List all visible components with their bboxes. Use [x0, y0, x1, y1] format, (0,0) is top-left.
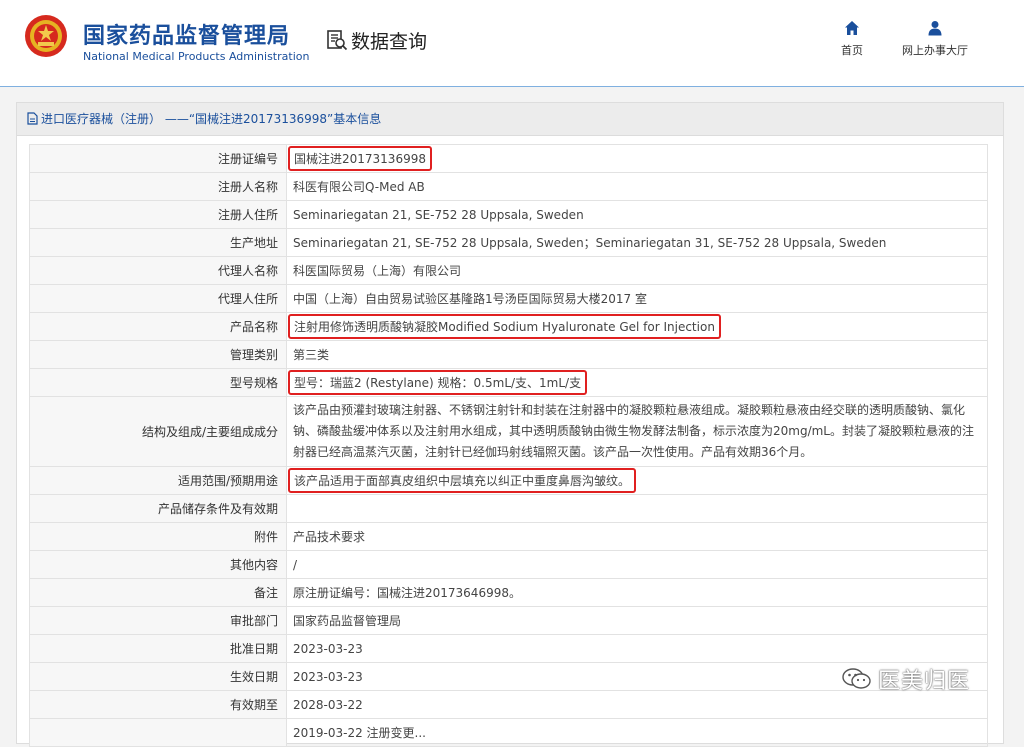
table-row: 注册证编号 国械注进20173136998 [29, 144, 988, 173]
nav-online-service-label: 网上办事大厅 [902, 44, 968, 57]
table-row: 结构及组成/主要组成成分 该产品由预灌封玻璃注射器、不锈钢注射针和封装在注射器中… [29, 396, 988, 467]
field-label: 管理类别 [29, 340, 287, 369]
org-name-cn: 国家药品监督管理局 [83, 24, 291, 49]
field-label: 其他内容 [29, 550, 287, 579]
table-row: 审批部门 国家药品监督管理局 [29, 606, 988, 635]
field-value: 中国（上海）自由贸易试验区基隆路1号汤臣国际贸易大楼2017 室 [286, 284, 988, 313]
highlighted-value: 注射用修饰透明质酸钠凝胶Modified Sodium Hyaluronate … [288, 314, 721, 339]
user-icon [928, 21, 942, 36]
table-row: 代理人住所 中国（上海）自由贸易试验区基隆路1号汤臣国际贸易大楼2017 室 [29, 284, 988, 313]
table-row: 2019-03-22 注册变更... [29, 718, 988, 747]
document-icon [27, 112, 38, 125]
detail-panel: 进口医疗器械（注册） ——“国械注进20173136998”基本信息 注册证编号… [16, 102, 1004, 747]
table-row: 附件 产品技术要求 [29, 522, 988, 551]
data-query-link[interactable]: 数据查询 [326, 28, 428, 53]
field-value: 该产品适用于面部真皮组织中层填充以纠正中重度鼻唇沟皱纹。 [286, 466, 988, 495]
field-label: 代理人住所 [29, 284, 287, 313]
nav-online-service-hall[interactable]: 网上办事大厅 [895, 20, 975, 58]
field-value: 该产品由预灌封玻璃注射器、不锈钢注射针和封装在注射器中的凝胶颗粒悬液组成。凝胶颗… [286, 396, 988, 467]
field-label: 审批部门 [29, 606, 287, 635]
basic-info-table: 注册证编号 国械注进20173136998 注册人名称 科医有限公司Q-Med … [29, 144, 988, 747]
field-value: 科医国际贸易（上海）有限公司 [286, 256, 988, 285]
field-label: 注册证编号 [29, 144, 287, 173]
field-value: 原注册证编号：国械注进20173646998。 [286, 578, 988, 607]
field-value: 型号：瑞蓝2 (Restylane) 规格：0.5mL/支、1mL/支 [286, 368, 988, 397]
data-query-label: 数据查询 [351, 30, 428, 53]
field-label: 适用范围/预期用途 [29, 466, 287, 495]
home-icon [845, 21, 859, 35]
field-value: 第三类 [286, 340, 988, 369]
field-value: 国家药品监督管理局 [286, 606, 988, 635]
field-label: 有效期至 [29, 690, 287, 719]
panel-title: 进口医疗器械（注册） ——“国械注进20173136998”基本信息 [41, 112, 382, 126]
table-row: 批准日期 2023-03-23 [29, 634, 988, 663]
field-label: 产品名称 [29, 312, 287, 341]
document-search-icon [327, 30, 348, 51]
table-row: 管理类别 第三类 [29, 340, 988, 369]
field-label: 批准日期 [29, 634, 287, 663]
site-header: 国家药品监督管理局 National Medical Products Admi… [0, 0, 1024, 87]
field-label: 生产地址 [29, 228, 287, 257]
field-label: 产品储存条件及有效期 [29, 494, 287, 523]
field-label: 结构及组成/主要组成成分 [29, 396, 287, 467]
highlighted-value: 国械注进20173136998 [288, 146, 432, 171]
field-label: 代理人名称 [29, 256, 287, 285]
field-value: Seminariegatan 21, SE-752 28 Uppsala, Sw… [286, 200, 988, 229]
national-emblem-icon [25, 15, 67, 57]
field-label: 备注 [29, 578, 287, 607]
field-label: 生效日期 [29, 662, 287, 691]
watermark-text: 医美归医 [878, 669, 971, 694]
field-value: 产品技术要求 [286, 522, 988, 551]
table-row: 注册人住所 Seminariegatan 21, SE-752 28 Uppsa… [29, 200, 988, 229]
field-value: Seminariegatan 21, SE-752 28 Uppsala, Sw… [286, 228, 988, 257]
field-value [286, 494, 988, 523]
field-label: 型号规格 [29, 368, 287, 397]
table-row: 产品储存条件及有效期 [29, 494, 988, 523]
table-row: 代理人名称 科医国际贸易（上海）有限公司 [29, 256, 988, 285]
field-value: / [286, 550, 988, 579]
highlighted-value: 型号：瑞蓝2 (Restylane) 规格：0.5mL/支、1mL/支 [288, 370, 588, 395]
field-value: 科医有限公司Q-Med AB [286, 172, 988, 201]
table-row: 注册人名称 科医有限公司Q-Med AB [29, 172, 988, 201]
wechat-icon [842, 668, 871, 689]
wechat-watermark: 医美归医 [842, 663, 970, 695]
table-row: 适用范围/预期用途 该产品适用于面部真皮组织中层填充以纠正中重度鼻唇沟皱纹。 [29, 466, 988, 495]
field-value: 国械注进20173136998 [286, 144, 988, 173]
field-label: 注册人名称 [29, 172, 287, 201]
table-row: 备注 原注册证编号：国械注进20173646998。 [29, 578, 988, 607]
org-name-en: National Medical Products Administration [83, 50, 310, 63]
nav-home[interactable]: 首页 [838, 20, 866, 58]
highlighted-value: 该产品适用于面部真皮组织中层填充以纠正中重度鼻唇沟皱纹。 [288, 468, 637, 493]
field-label: 注册人住所 [29, 200, 287, 229]
field-value: 注射用修饰透明质酸钠凝胶Modified Sodium Hyaluronate … [286, 312, 988, 341]
table-row: 其他内容 / [29, 550, 988, 579]
field-value: 2023-03-23 [286, 634, 988, 663]
table-row: 型号规格 型号：瑞蓝2 (Restylane) 规格：0.5mL/支、1mL/支 [29, 368, 988, 397]
panel-title-bar: 进口医疗器械（注册） ——“国械注进20173136998”基本信息 [17, 103, 1003, 136]
field-label: 附件 [29, 522, 287, 551]
table-row: 产品名称 注射用修饰透明质酸钠凝胶Modified Sodium Hyaluro… [29, 312, 988, 341]
field-label [29, 718, 287, 747]
table-row: 生产地址 Seminariegatan 21, SE-752 28 Uppsal… [29, 228, 988, 257]
nav-home-label: 首页 [841, 44, 863, 57]
field-value: 2019-03-22 注册变更... [286, 718, 988, 747]
